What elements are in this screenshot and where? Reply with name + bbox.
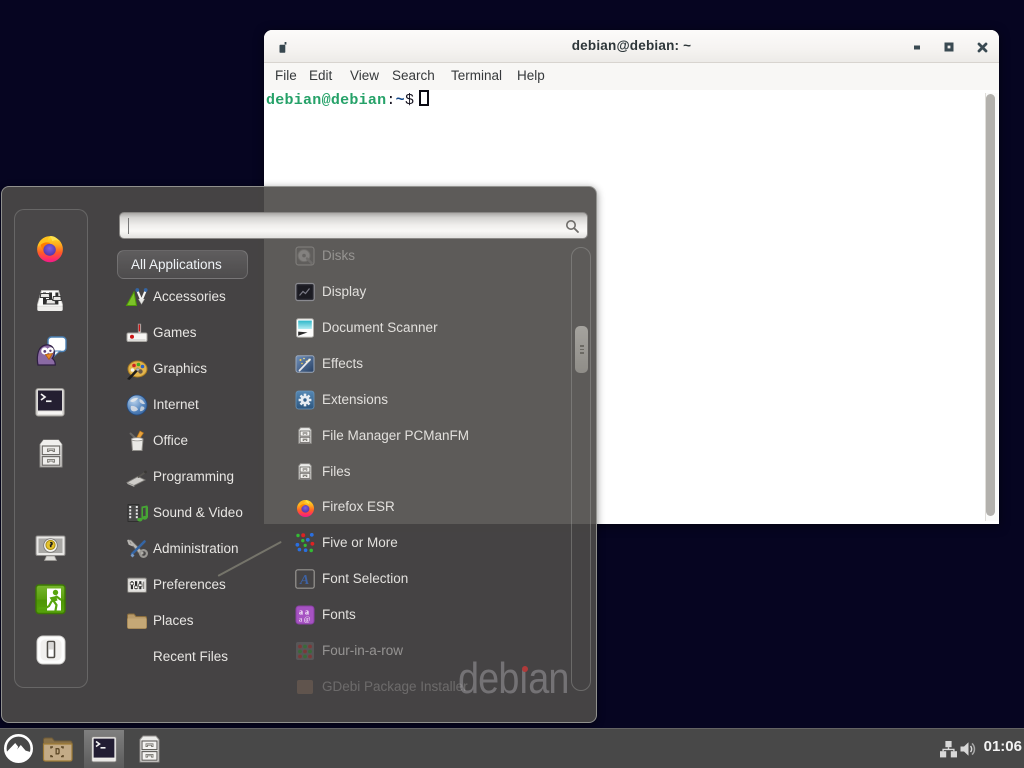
svg-text:a @: a @ (299, 616, 311, 624)
svg-text:A: A (299, 573, 309, 588)
